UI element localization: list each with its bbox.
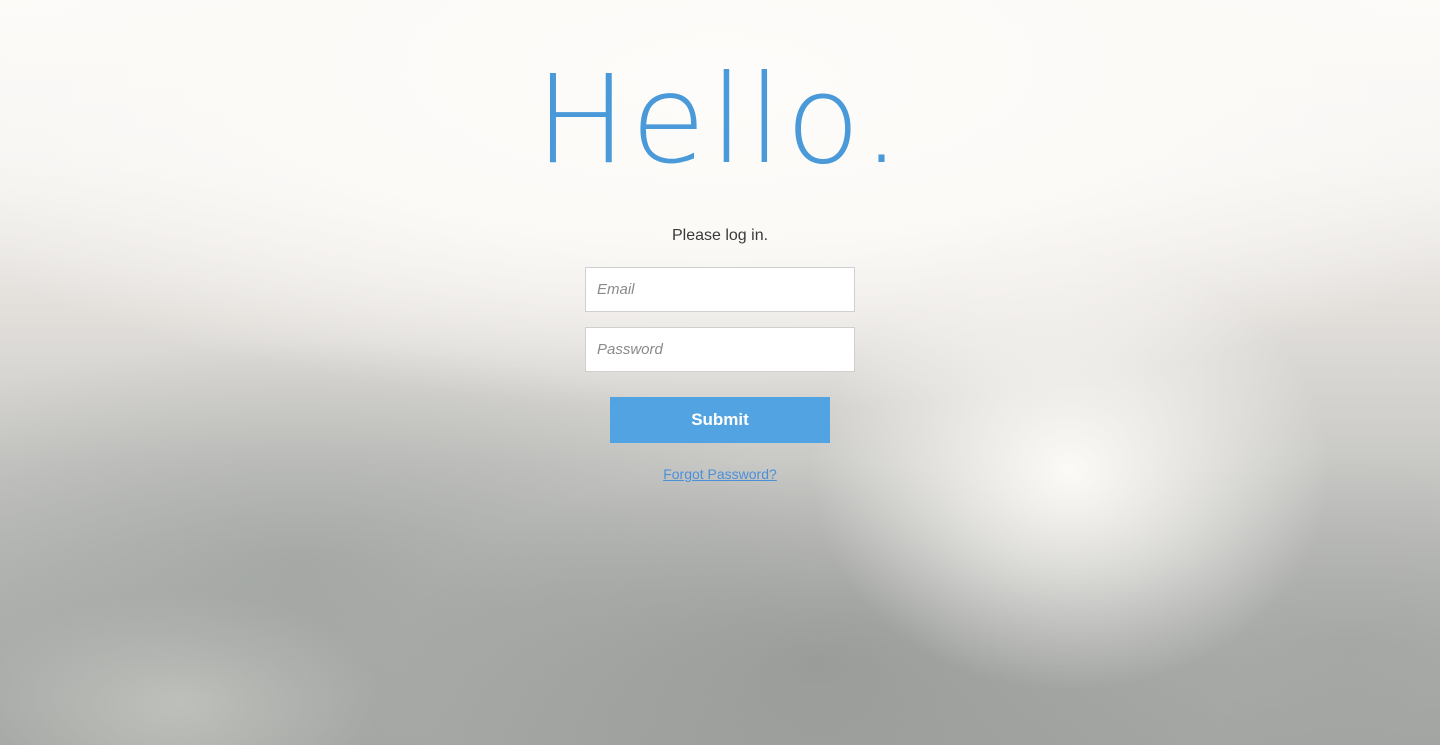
greeting-heading: Hello. xyxy=(535,49,905,191)
login-prompt: Please log in. xyxy=(671,227,769,244)
forgot-password-link[interactable]: Forgot Password? xyxy=(663,466,777,482)
email-field[interactable] xyxy=(585,267,855,312)
submit-button[interactable]: Submit xyxy=(610,397,830,443)
password-field[interactable] xyxy=(585,327,855,372)
forgot-password-container: Forgot Password? xyxy=(0,465,1440,483)
login-page: Hello. Please log in. Submit Forgot Pass… xyxy=(0,0,1440,745)
